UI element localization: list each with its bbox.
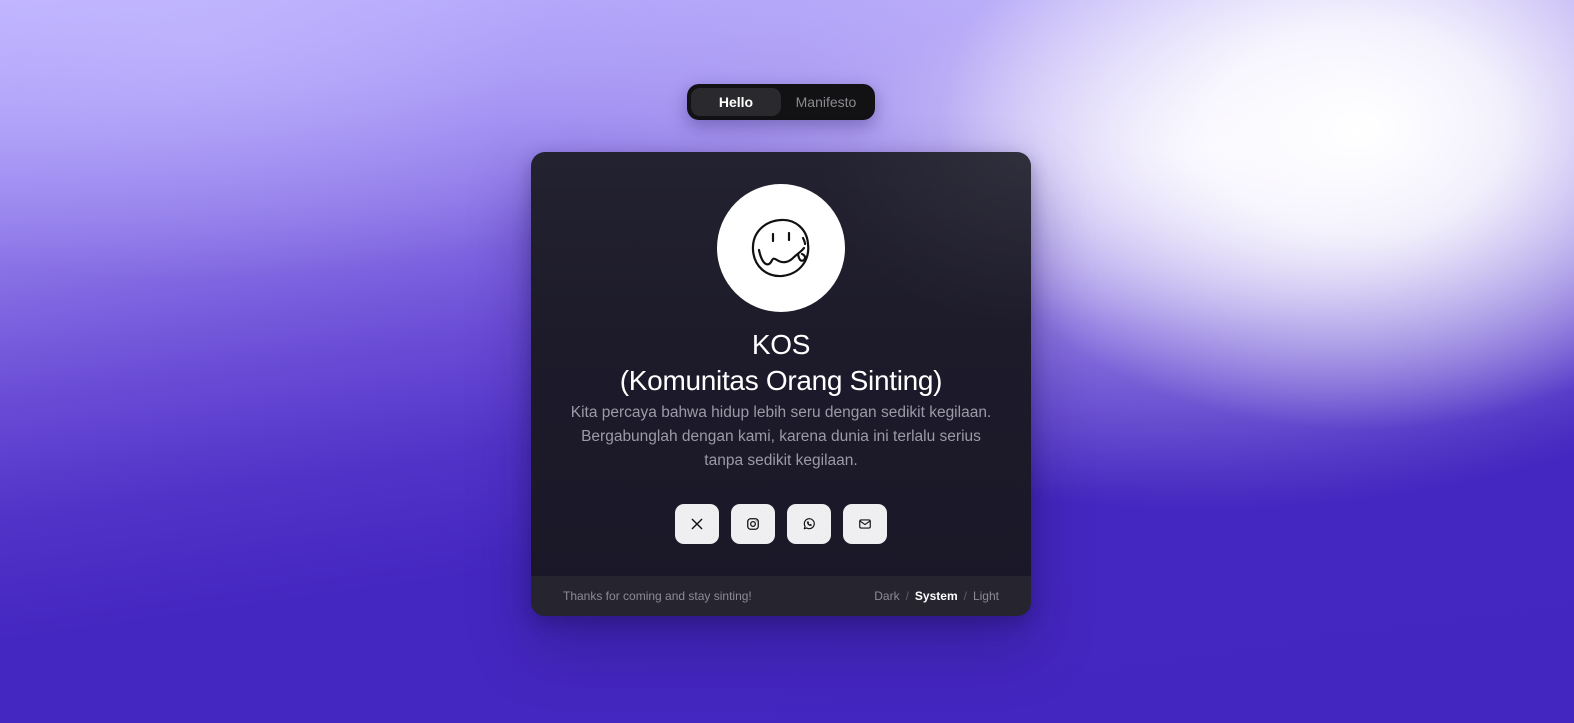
description: Kita percaya bahwa hidup lebih seru deng… [570,404,992,469]
x-twitter-icon [691,518,703,530]
page-title: KOS (Komunitas Orang Sinting) [531,327,1031,399]
title-line-1: KOS [751,329,811,360]
email-icon [859,519,871,529]
instagram-icon [747,518,759,530]
tab-hello[interactable]: Hello [691,88,781,116]
footer-note: Thanks for coming and stay sinting! [563,589,752,603]
x-twitter-button[interactable] [675,504,719,544]
social-links [531,504,1031,544]
title-line-2: (Komunitas Orang Sinting) [619,365,943,396]
theme-switcher: Dark / System / Light [874,589,999,603]
email-button[interactable] [843,504,887,544]
whatsapp-icon [803,518,815,530]
theme-light-option[interactable]: Light [973,589,999,603]
card-footer: Thanks for coming and stay sinting! Dark… [531,576,1031,616]
smiley-face-icon [751,218,810,278]
tab-manifesto[interactable]: Manifesto [781,88,871,116]
whatsapp-button[interactable] [787,504,831,544]
theme-separator: / [963,589,967,603]
theme-separator: / [905,589,909,603]
avatar [717,184,845,312]
instagram-button[interactable] [731,504,775,544]
theme-dark-option[interactable]: Dark [874,589,899,603]
theme-system-option[interactable]: System [915,589,958,603]
page-tabs: Hello Manifesto [687,84,875,120]
profile-card: KOS (Komunitas Orang Sinting) Kita perca… [531,152,1031,616]
